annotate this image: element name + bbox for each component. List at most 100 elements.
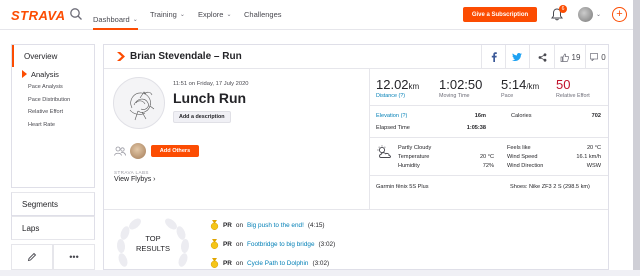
give-subscription-button[interactable]: Give a Subscription (463, 7, 537, 22)
pr-label: PR (223, 221, 232, 229)
caret-right-icon (22, 70, 27, 78)
window-edge (633, 0, 640, 270)
add-others-button[interactable]: Add Others (151, 145, 199, 157)
distance-label[interactable]: Distance (?) (376, 93, 419, 99)
wind-direction-label: Wind Direction (507, 163, 544, 169)
comment-button[interactable]: 0 (588, 49, 608, 65)
stat-relative-effort[interactable]: 50 Relative Effort (556, 77, 590, 99)
feels-like-value: 20 °C (586, 145, 601, 151)
nav-dashboard-label: Dashboard (93, 14, 130, 24)
pace-label: Pace (501, 93, 514, 99)
sidebar-overview-panel: Overview Analysis Pace Analysis Pace Dis… (11, 44, 95, 188)
segment-time: (4:15) (307, 221, 325, 229)
humidity-label: Humidity (398, 163, 420, 169)
wind-speed-label: Wind Speed (507, 154, 538, 160)
activity-datetime: 11:51 on Friday, 17 July 2020 (173, 81, 249, 87)
divider (370, 137, 608, 138)
elapsed-row: Elapsed Time 1:05:38 (376, 125, 486, 131)
sidebar-item-overview[interactable]: Overview (12, 45, 94, 67)
chevron-down-icon: ⌄ (179, 12, 185, 18)
divider (554, 45, 555, 69)
elapsed-value: 1:05:38 (466, 125, 486, 131)
sidebar-item-segments[interactable]: Segments (11, 192, 95, 216)
feels-like-label: Feels like (507, 145, 531, 151)
page: STRAVA Dashboard ⌄ Training ⌄ Explore ⌄ … (0, 0, 633, 270)
nav-training[interactable]: Training ⌄ (150, 10, 185, 19)
elevation-value: 16m (474, 113, 486, 119)
more-options-icon[interactable]: ••• (53, 244, 95, 270)
top-results-heading: TOP RESULTS (133, 234, 173, 254)
stat-moving-time: 1:02:50 Moving Time (439, 77, 482, 99)
nav-dashboard[interactable]: Dashboard ⌄ (93, 10, 138, 30)
top-results-line1: TOP (145, 234, 161, 243)
pr-on: on (235, 240, 243, 248)
divider (370, 105, 608, 106)
divider (505, 45, 506, 69)
divider (370, 175, 608, 176)
distance-unit: km (408, 82, 420, 91)
shoes-info[interactable]: Shoes: Nike ZF3 2 S (298.5 km) (510, 184, 590, 190)
nav-challenges[interactable]: Challenges (244, 10, 282, 19)
nav-explore[interactable]: Explore ⌄ (198, 10, 231, 19)
thumbs-up-icon (560, 53, 569, 62)
facebook-icon[interactable] (486, 49, 502, 65)
kudos-count: 19 (571, 52, 581, 62)
pr-label: PR (223, 240, 232, 248)
partly-cloudy-icon (377, 145, 391, 158)
chevron-down-icon: ⌄ (132, 16, 138, 23)
friend-avatar[interactable] (130, 143, 146, 159)
group-athletes-icon (114, 146, 126, 156)
stat-distance: 12.02km Distance (?) (376, 77, 419, 99)
activity-card: Brian Stevendale – Run 19 0 11:51 on Fri… (103, 44, 609, 270)
add-description-button[interactable]: Add a description (173, 111, 231, 123)
sidebar-item-pace-distribution[interactable]: Pace Distribution (12, 94, 94, 107)
notification-badge: 6 (559, 5, 567, 13)
twitter-icon[interactable] (509, 49, 525, 65)
pr-row: PR on Big push to the end! (4:15) (210, 219, 325, 231)
strava-labs-label: STRAVA LABS (114, 170, 149, 175)
calories-value: 702 (591, 113, 601, 119)
edit-pencil-icon[interactable] (11, 244, 53, 270)
moving-time-label: Moving Time (439, 93, 470, 99)
strava-logo[interactable]: STRAVA (11, 8, 66, 23)
run-chevron-icon (117, 52, 125, 61)
activity-stats: 12.02km Distance (?) 1:02:50 Moving Time… (370, 69, 608, 209)
segment-link[interactable]: Big push to the end! (247, 222, 304, 229)
sidebar-item-pace-analysis[interactable]: Pace Analysis (12, 81, 94, 94)
chevron-down-icon[interactable]: ⌄ (596, 11, 601, 18)
nav-training-label: Training (150, 10, 177, 19)
top-results-section: TOP RESULTS PR on Big push to the end! (… (104, 209, 608, 271)
view-flybys-link[interactable]: View Flybys › (114, 176, 156, 183)
user-avatar[interactable] (578, 7, 593, 22)
app-frame: STRAVA Dashboard ⌄ Training ⌄ Explore ⌄ … (0, 0, 640, 270)
segment-link[interactable]: Footbridge to big bridge (247, 241, 315, 248)
activity-name[interactable]: Lunch Run (173, 90, 246, 106)
sidebar: Overview Analysis Pace Analysis Pace Dis… (11, 44, 95, 270)
segment-link[interactable]: Cycle Path to Dolphin (247, 260, 308, 267)
sidebar-item-relative-effort[interactable]: Relative Effort (12, 106, 94, 119)
wind-direction-row: Wind Direction WSW (507, 163, 601, 169)
segment-time: (3:02) (318, 240, 336, 248)
wind-direction-value: WSW (586, 163, 601, 169)
athlete-avatar[interactable] (113, 77, 165, 129)
divider (481, 45, 482, 69)
upload-plus-icon[interactable]: + (612, 7, 627, 22)
pace-value: 5:14 (501, 77, 527, 92)
kudos-button[interactable]: 19 (558, 49, 582, 65)
divider (585, 45, 586, 69)
temperature-row: Temperature 20 °C (398, 154, 494, 160)
sidebar-item-laps[interactable]: Laps (11, 216, 95, 240)
view-flybys-label: View Flybys (114, 176, 152, 183)
search-icon[interactable] (69, 7, 83, 21)
elevation-label[interactable]: Elevation (?) (376, 113, 458, 119)
elevation-row: Elevation (?) 16m (376, 113, 486, 119)
sidebar-item-heart-rate[interactable]: Heart Rate (12, 119, 94, 132)
sidebar-item-analysis[interactable]: Analysis (22, 67, 94, 81)
humidity-row: Humidity 72% (398, 163, 494, 169)
moving-time-value: 1:02:50 (439, 77, 483, 92)
device-name: Garmin fēnix 5S Plus (376, 184, 429, 190)
wind-speed-row: Wind Speed 16.1 km/h (507, 154, 601, 160)
activity-title: Brian Stevendale – Run (130, 51, 242, 62)
share-icon[interactable] (534, 49, 550, 65)
elapsed-label: Elapsed Time (376, 125, 410, 131)
